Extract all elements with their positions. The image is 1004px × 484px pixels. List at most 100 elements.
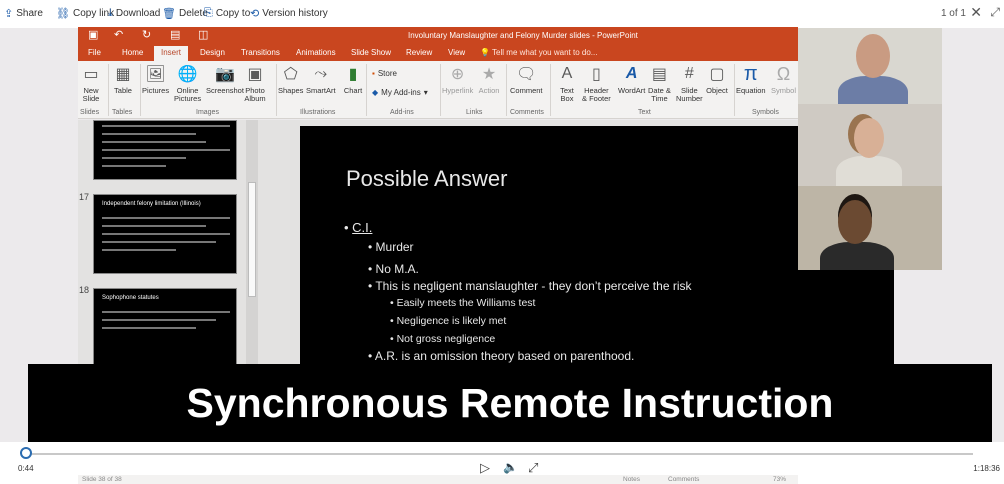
thumb-title: Sophophone statutes [102, 295, 159, 301]
bullet-level2: • No M.A. [368, 262, 419, 276]
comment-icon: 🗨 [516, 66, 537, 83]
object-button[interactable]: ▢ Object [706, 63, 728, 95]
online-pictures-icon: 🌐 [177, 66, 198, 83]
screenshot-button[interactable]: 📷 Screenshot [206, 63, 244, 95]
tab-file[interactable]: File [88, 48, 101, 57]
seek-bar[interactable] [28, 453, 973, 455]
chevron-down-icon: ▾ [423, 88, 428, 97]
hyperlink-button[interactable]: ⊕ Hyperlink [442, 63, 473, 95]
redo-icon[interactable]: ↻ [142, 28, 151, 41]
shapes-button[interactable]: ⬠ Shapes [278, 63, 303, 95]
play-icon[interactable]: ▷ [480, 460, 490, 476]
seek-handle[interactable] [20, 447, 32, 459]
bullet-level2: • This is negligent manslaughter - they … [368, 279, 692, 293]
preview-icon[interactable]: ◫ [198, 28, 208, 41]
copy-link-button[interactable]: ⛓ Copy link [56, 7, 114, 20]
table-button[interactable]: ▦ Table [112, 63, 134, 95]
text-box-button[interactable]: A Text Box [556, 63, 578, 103]
action-icon: ★ [481, 66, 497, 83]
new-slide-button[interactable]: ▭ New Slide [80, 63, 102, 103]
store-button[interactable]: ▪ Store [372, 69, 397, 78]
save-icon[interactable]: ▣ [88, 28, 98, 41]
group-label: Links [466, 109, 483, 116]
header-footer-button[interactable]: ▯ Header & Footer [582, 63, 611, 103]
photo-album-button[interactable]: ▣ Photo Album [244, 63, 266, 103]
comment-button[interactable]: 🗨 Comment [510, 63, 543, 95]
person-face [856, 34, 890, 78]
wordart-icon: A [625, 65, 638, 82]
thumb-text-line [102, 233, 230, 235]
action-button[interactable]: ★ Action [478, 63, 500, 95]
tab-transitions[interactable]: Transitions [241, 48, 280, 57]
photo-album-icon: ▣ [247, 66, 263, 83]
copy-to-button[interactable]: ⎘ Copy to [204, 7, 250, 20]
comments-status-button[interactable]: Comments [668, 476, 699, 483]
undo-icon[interactable]: ↶ [114, 28, 123, 41]
history-icon: ⟲ [250, 8, 260, 20]
start-from-beginning-icon[interactable]: ▤ [170, 28, 180, 41]
tab-slide-show[interactable]: Slide Show [351, 48, 391, 57]
ribbon-insert: ▭ New Slide ▦ Table 🖼 Pictures 🌐 Online Pict… [78, 61, 798, 119]
online-pictures-button[interactable]: 🌐 Online Pictures [174, 63, 201, 103]
chart-icon: ▮ [348, 66, 358, 83]
ribbon-separator [140, 64, 141, 116]
ribbon-separator [550, 64, 551, 116]
fullscreen-icon[interactable]: ⤢ [528, 460, 538, 476]
tab-animations[interactable]: Animations [296, 48, 336, 57]
store-icon: ▪ [372, 69, 375, 78]
header-footer-icon: ▯ [591, 66, 601, 83]
expand-icon[interactable]: ⤢ [990, 5, 1000, 20]
thumb-text-line [102, 249, 176, 251]
slide-number-label: 17 [79, 192, 90, 202]
my-addins-button[interactable]: ◆ My Add-ins ▾ [372, 88, 428, 97]
text-box-icon: A [561, 65, 573, 82]
person-face [838, 200, 872, 244]
version-history-button[interactable]: ⟲ Version history [250, 7, 328, 20]
trash-icon: 🗑 [162, 8, 176, 20]
pictures-button[interactable]: 🖼 Pictures [142, 63, 169, 95]
group-label: Images [196, 109, 219, 116]
slide-number-icon: # [684, 65, 694, 82]
ribbon-separator [506, 64, 507, 116]
slide-number-button[interactable]: # Slide Number [676, 63, 703, 103]
slide-of-label: Slide 38 of 38 [82, 476, 122, 483]
symbol-button[interactable]: Ω Symbol [771, 63, 796, 95]
ribbon-separator [108, 64, 109, 116]
person-face [854, 118, 884, 158]
smartart-icon: ⤳ [314, 65, 328, 82]
total-duration: 1:18:36 [973, 464, 1000, 473]
group-label: Add-ins [390, 109, 414, 116]
slide-thumbnail[interactable]: Independent felony limitation (Illinois) [93, 194, 237, 274]
date-time-button[interactable]: ▤ Date & Time [648, 63, 671, 103]
shapes-icon: ⬠ [283, 66, 298, 83]
smartart-button[interactable]: ⤳ SmartArt [306, 63, 336, 95]
chart-button[interactable]: ▮ Chart [342, 63, 364, 95]
wordart-button[interactable]: A WordArt [618, 63, 645, 95]
thumb-text-line [102, 311, 230, 313]
volume-icon[interactable]: 🔈 [503, 460, 518, 474]
tab-insert[interactable]: Insert [154, 46, 189, 61]
thumb-text-line [102, 225, 206, 227]
close-icon[interactable]: ✕ [970, 4, 982, 21]
thumb-text-line [102, 165, 166, 167]
tab-design[interactable]: Design [200, 48, 225, 57]
scrollbar-thumb[interactable] [248, 182, 256, 297]
group-label: Tables [112, 109, 133, 116]
slide-thumbnail[interactable] [93, 120, 237, 180]
delete-button[interactable]: 🗑 Delete [162, 7, 208, 20]
equation-button[interactable]: π Equation [736, 63, 766, 95]
group-label: Text [638, 109, 651, 116]
tab-review[interactable]: Review [406, 48, 432, 57]
slide-number-label: 18 [79, 285, 90, 295]
bullet-level1: • C.I. [344, 220, 373, 235]
download-button[interactable]: ⤓ Download [108, 7, 160, 20]
tab-view[interactable]: View [448, 48, 465, 57]
tell-me-box[interactable]: 💡 Tell me what you want to do... [480, 48, 597, 57]
notes-button[interactable]: Notes [623, 476, 640, 483]
bullet-level2: • Murder [368, 240, 414, 254]
ppt-title-bar: ▣ ↶ ↻ ▤ ◫ Involuntary Manslaughter and F… [78, 27, 798, 45]
caption-banner: Synchronous Remote Instruction [28, 364, 992, 442]
share-button[interactable]: ⇪ Share [4, 7, 43, 20]
tab-home[interactable]: Home [122, 48, 143, 57]
ppt-status-bar: Slide 38 of 38 Notes Comments 73% [78, 475, 798, 484]
